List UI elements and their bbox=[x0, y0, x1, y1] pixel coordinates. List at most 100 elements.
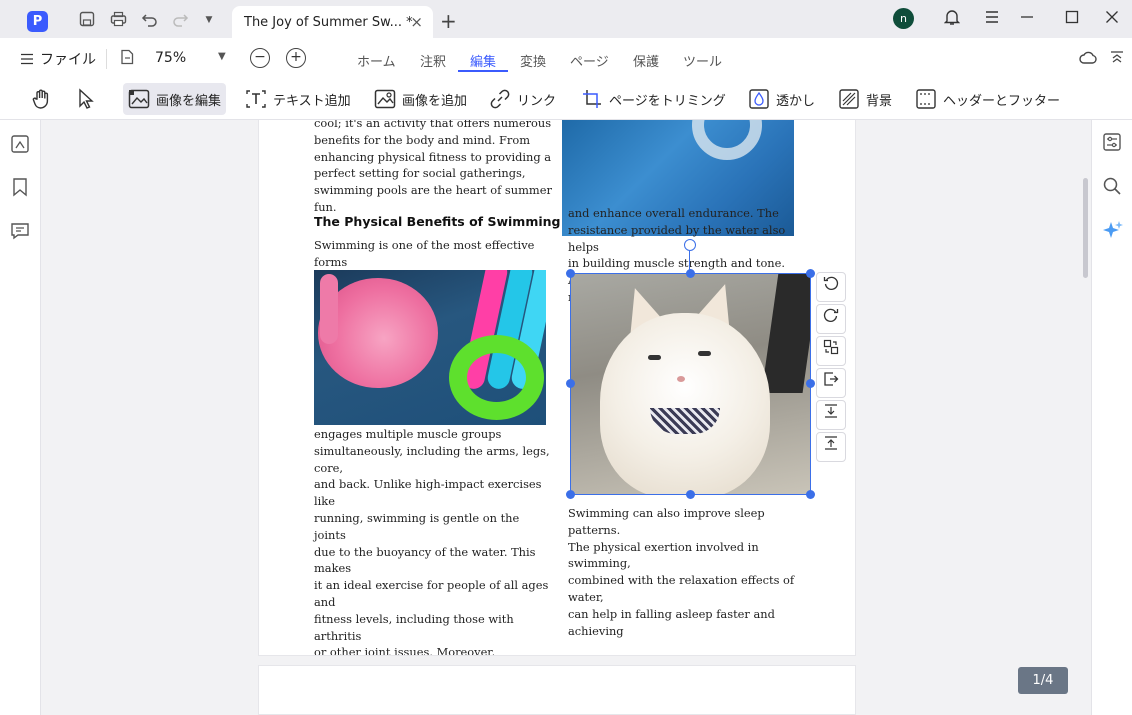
comment-icon[interactable] bbox=[10, 221, 30, 245]
add-text-label: テキスト追加 bbox=[273, 93, 351, 109]
document-tab-title: The Joy of Summer Sw... * bbox=[244, 14, 413, 30]
link-label: リンク bbox=[517, 93, 557, 109]
tab-page[interactable]: ページ bbox=[570, 51, 609, 70]
header-footer-icon bbox=[916, 89, 936, 109]
background-button[interactable]: 背景 bbox=[833, 83, 897, 115]
add-image-icon bbox=[374, 89, 396, 109]
extract-image-button[interactable] bbox=[816, 368, 846, 398]
menu-icon[interactable] bbox=[982, 9, 1002, 29]
zoom-out-button[interactable]: − bbox=[250, 48, 270, 68]
page-counter[interactable]: 1/4 bbox=[1018, 667, 1068, 694]
file-menu-label: ファイル bbox=[40, 52, 96, 68]
replace-icon bbox=[823, 339, 839, 355]
rotate-left-button[interactable] bbox=[816, 272, 846, 302]
page-thumbnail-icon[interactable] bbox=[10, 134, 30, 158]
cursor-icon bbox=[79, 88, 94, 109]
paragraph-intro[interactable]: cool; it's an activity that offers numer… bbox=[314, 120, 554, 216]
resize-handle-bottom[interactable] bbox=[686, 490, 695, 499]
right-sidebar bbox=[1091, 120, 1132, 715]
file-menu-button[interactable]: ファイル bbox=[20, 49, 96, 69]
resize-handle-top-left[interactable] bbox=[566, 269, 575, 278]
text-icon bbox=[246, 90, 266, 108]
zoom-in-button[interactable]: + bbox=[286, 48, 306, 68]
minimize-icon[interactable] bbox=[1017, 9, 1037, 29]
redo-icon[interactable] bbox=[171, 11, 189, 29]
new-tab-button[interactable]: + bbox=[440, 9, 457, 33]
save-icon[interactable] bbox=[78, 11, 96, 29]
background-label: 背景 bbox=[866, 93, 893, 109]
tab-protect[interactable]: 保護 bbox=[633, 51, 659, 70]
image-selection-box[interactable] bbox=[570, 273, 811, 495]
document-tab[interactable]: The Joy of Summer Sw... * × bbox=[232, 6, 433, 38]
inflatable-ring bbox=[692, 120, 762, 160]
active-tab-indicator bbox=[458, 70, 508, 72]
tab-edit[interactable]: 編集 bbox=[470, 51, 496, 70]
undo-icon[interactable] bbox=[140, 11, 158, 29]
crop-icon bbox=[583, 90, 601, 108]
extract-icon bbox=[824, 372, 839, 386]
resize-handle-bottom-right[interactable] bbox=[806, 490, 815, 499]
align-bottom-button[interactable] bbox=[816, 400, 846, 430]
paragraph-muscles[interactable]: engages multiple muscle groups simultane… bbox=[314, 426, 554, 655]
ai-assistant-icon[interactable] bbox=[1102, 220, 1124, 246]
hand-icon bbox=[32, 89, 49, 109]
watermark-label: 透かし bbox=[776, 93, 816, 109]
bookmark-icon[interactable] bbox=[10, 177, 30, 201]
tab-convert[interactable]: 変換 bbox=[520, 51, 546, 70]
edit-image-button[interactable]: 画像を編集 bbox=[123, 83, 227, 115]
flamingo-neck bbox=[320, 274, 338, 344]
section-heading[interactable]: The Physical Benefits of Swimming bbox=[314, 214, 560, 229]
edit-image-icon bbox=[128, 89, 150, 109]
replace-image-button[interactable] bbox=[816, 336, 846, 366]
resize-handle-bottom-left[interactable] bbox=[566, 490, 575, 499]
close-tab-icon[interactable]: × bbox=[410, 13, 423, 31]
paragraph-sleep[interactable]: Swimming can also improve sleep patterns… bbox=[568, 505, 813, 639]
close-window-icon[interactable] bbox=[1102, 9, 1122, 29]
left-sidebar bbox=[0, 120, 41, 715]
menu-bar: ファイル 75% ▼ − + ホーム 注釈 編集 変換 ページ 保護 ツール bbox=[0, 38, 1132, 78]
watermark-button[interactable]: 透かし bbox=[743, 83, 820, 115]
header-footer-button[interactable]: ヘッダーとフッター bbox=[910, 83, 1065, 115]
crop-page-label: ページをトリミング bbox=[609, 93, 726, 109]
rotate-right-icon bbox=[823, 308, 839, 322]
link-icon bbox=[490, 89, 510, 109]
collapse-ribbon-icon[interactable] bbox=[1110, 50, 1124, 68]
tab-annotate[interactable]: 注釈 bbox=[420, 51, 446, 70]
zoom-dropdown-icon[interactable]: ▼ bbox=[218, 51, 226, 62]
link-button[interactable]: リンク bbox=[484, 83, 561, 115]
maximize-icon[interactable] bbox=[1062, 9, 1082, 29]
vertical-scrollbar[interactable] bbox=[1083, 178, 1088, 278]
cloud-icon[interactable] bbox=[1079, 50, 1097, 68]
avatar[interactable]: n bbox=[893, 8, 914, 29]
edit-toolbar: 画像を編集 テキスト追加 画像を追加 リンク ページをトリミング 透かし 背景 … bbox=[0, 78, 1132, 120]
crop-page-button[interactable]: ページをトリミング bbox=[576, 83, 731, 115]
print-icon[interactable] bbox=[109, 11, 127, 29]
tab-home[interactable]: ホーム bbox=[357, 51, 396, 70]
pool-floats-image[interactable] bbox=[314, 270, 546, 425]
align-top-button[interactable] bbox=[816, 432, 846, 462]
app-logo-icon[interactable]: P bbox=[27, 11, 48, 32]
page-view-icon[interactable] bbox=[120, 49, 134, 69]
hand-tool-button[interactable] bbox=[26, 83, 58, 115]
tab-tools[interactable]: ツール bbox=[683, 51, 722, 70]
properties-icon[interactable] bbox=[1102, 132, 1122, 156]
divider bbox=[106, 49, 107, 69]
select-tool-button[interactable] bbox=[70, 83, 100, 115]
rotate-right-button[interactable] bbox=[816, 304, 846, 334]
quick-access-dropdown-icon[interactable]: ▼ bbox=[200, 11, 218, 29]
background-icon bbox=[839, 89, 859, 109]
resize-handle-right[interactable] bbox=[806, 379, 815, 388]
bell-icon[interactable] bbox=[942, 9, 962, 29]
resize-handle-left[interactable] bbox=[566, 379, 575, 388]
edit-image-label: 画像を編集 bbox=[156, 93, 222, 109]
zoom-level-select[interactable]: 75% bbox=[155, 50, 186, 66]
title-bar: P ▼ The Joy of Summer Sw... * × + n bbox=[0, 0, 1132, 38]
resize-handle-top[interactable] bbox=[686, 269, 695, 278]
add-image-button[interactable]: 画像を追加 bbox=[369, 83, 472, 115]
rotate-left-icon bbox=[823, 276, 839, 290]
add-text-button[interactable]: テキスト追加 bbox=[240, 83, 356, 115]
rotate-handle[interactable] bbox=[684, 239, 696, 251]
add-image-label: 画像を追加 bbox=[402, 93, 468, 109]
resize-handle-top-right[interactable] bbox=[806, 269, 815, 278]
search-icon[interactable] bbox=[1102, 176, 1122, 200]
